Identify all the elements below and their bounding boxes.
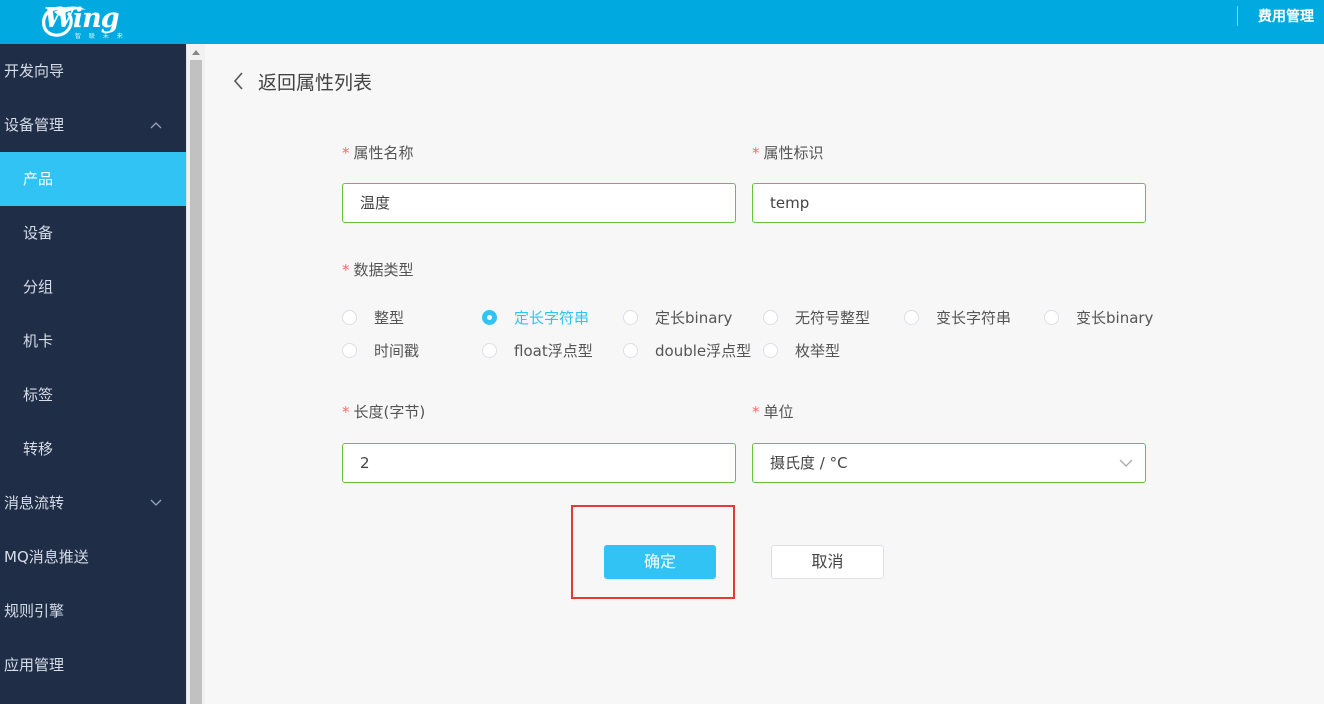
length-label: * 长度(字节) (342, 401, 425, 422)
required-asterisk: * (342, 261, 350, 279)
top-header: Wing 智 联 未 来 费用管理 (0, 0, 1324, 44)
radio-float[interactable]: float浮点型 (482, 340, 593, 360)
label-text: 长度(字节) (353, 403, 426, 421)
attribute-name-label: * 属性名称 (342, 142, 414, 163)
required-asterisk: * (342, 403, 350, 421)
sidebar: 开发向导 设备管理 产品 设备 分组 机卡 标签 转移 消息流转 MQ消息推送 … (0, 44, 186, 704)
radio-circle[interactable] (482, 309, 497, 325)
radio-circle[interactable] (342, 309, 357, 325)
radio-label: 变长字符串 (936, 308, 1012, 327)
sidebar-item-label: 分组 (23, 278, 54, 296)
radio-circle[interactable] (342, 342, 357, 358)
radio-circle[interactable] (1044, 309, 1059, 325)
sidebar-item-mq-push[interactable]: MQ消息推送 (0, 530, 186, 584)
nav-billing-management[interactable]: 费用管理 (1258, 6, 1314, 26)
radio-circle[interactable] (763, 309, 778, 325)
sidebar-item-label: 消息流转 (4, 494, 65, 512)
radio-circle[interactable] (623, 342, 638, 358)
sidebar-item-label: 规则引擎 (4, 602, 65, 620)
required-asterisk: * (752, 144, 760, 162)
logo-subtitle: 智 联 未 来 (75, 33, 126, 40)
scroll-thumb[interactable] (190, 60, 202, 704)
sidebar-item-label: 设备管理 (4, 116, 65, 134)
radio-label: 无符号整型 (795, 308, 871, 327)
label-text: 属性名称 (353, 144, 414, 162)
radio-circle[interactable] (763, 342, 778, 358)
cancel-button[interactable]: 取消 (771, 545, 884, 579)
radio-label: 定长binary (655, 308, 733, 327)
sidebar-item-product[interactable]: 产品 (0, 152, 186, 206)
label-text: 单位 (763, 403, 794, 421)
sidebar-item-device-management[interactable]: 设备管理 (0, 98, 186, 152)
logo-text: Wing (44, 3, 120, 34)
unit-select-value: 摄氏度 / °C (770, 454, 848, 472)
attribute-identifier-label: * 属性标识 (752, 142, 824, 163)
attribute-name-input[interactable]: 温度 (342, 183, 736, 223)
radio-fixed-string[interactable]: 定长字符串 (482, 307, 589, 327)
radio-label: 时间戳 (374, 341, 420, 360)
required-asterisk: * (752, 403, 760, 421)
header-divider (1237, 6, 1238, 26)
sidebar-item-label: 转移 (23, 440, 54, 458)
radio-variable-string[interactable]: 变长字符串 (904, 307, 1011, 327)
label-text: 属性标识 (763, 144, 824, 162)
radio-label: 整型 (374, 308, 405, 327)
sidebar-item-message-flow[interactable]: 消息流转 (0, 476, 186, 530)
sidebar-item-label: 开发向导 (4, 62, 65, 80)
attribute-identifier-input[interactable]: temp (752, 183, 1146, 223)
chevron-down-icon (1119, 459, 1133, 467)
radio-label: float浮点型 (514, 341, 593, 360)
radio-label: 变长binary (1076, 308, 1154, 327)
radio-variable-binary[interactable]: 变长binary (1044, 307, 1153, 327)
radio-timestamp[interactable]: 时间戳 (342, 340, 419, 360)
unit-label: * 单位 (752, 401, 794, 422)
label-text: 数据类型 (353, 261, 414, 279)
scroll-up-arrow-icon[interactable] (192, 50, 200, 55)
sidebar-item-label: 产品 (23, 170, 54, 188)
radio-enum[interactable]: 枚举型 (763, 340, 840, 360)
sidebar-item-label: MQ消息推送 (4, 548, 89, 566)
unit-select[interactable]: 摄氏度 / °C (752, 443, 1146, 483)
sidebar-item-label: 设备 (23, 224, 54, 242)
sidebar-item-app-management[interactable]: 应用管理 (0, 638, 186, 692)
radio-double[interactable]: double浮点型 (623, 340, 751, 360)
required-asterisk: * (342, 144, 350, 162)
sidebar-item-group[interactable]: 分组 (0, 260, 186, 314)
sidebar-scrollbar[interactable] (186, 44, 205, 704)
radio-circle[interactable] (623, 309, 638, 325)
radio-label: double浮点型 (655, 341, 752, 360)
radio-integer[interactable]: 整型 (342, 307, 404, 327)
radio-fixed-binary[interactable]: 定长binary (623, 307, 732, 327)
sidebar-item-dev-guide[interactable]: 开发向导 (0, 44, 186, 98)
sidebar-item-tag[interactable]: 标签 (0, 368, 186, 422)
chevron-up-icon (150, 122, 162, 129)
length-input[interactable]: 2 (342, 443, 736, 483)
sidebar-item-device[interactable]: 设备 (0, 206, 186, 260)
chevron-down-icon (150, 499, 162, 506)
sidebar-item-sim-card[interactable]: 机卡 (0, 314, 186, 368)
data-type-label: * 数据类型 (342, 259, 414, 280)
chevron-left-icon (233, 72, 243, 90)
sidebar-item-rule-engine[interactable]: 规则引擎 (0, 584, 186, 638)
radio-unsigned-integer[interactable]: 无符号整型 (763, 307, 870, 327)
sidebar-item-transfer[interactable]: 转移 (0, 422, 186, 476)
radio-circle[interactable] (904, 309, 919, 325)
confirm-button[interactable]: 确定 (604, 545, 716, 579)
back-link-label: 返回属性列表 (258, 71, 373, 94)
back-to-attribute-list[interactable]: 返回属性列表 (232, 68, 372, 94)
sidebar-item-label: 标签 (23, 386, 54, 404)
sidebar-item-label: 机卡 (23, 332, 54, 350)
radio-label: 定长字符串 (514, 308, 590, 327)
radio-label: 枚举型 (795, 341, 841, 360)
radio-circle[interactable] (482, 342, 497, 358)
sidebar-item-label: 应用管理 (4, 656, 65, 674)
